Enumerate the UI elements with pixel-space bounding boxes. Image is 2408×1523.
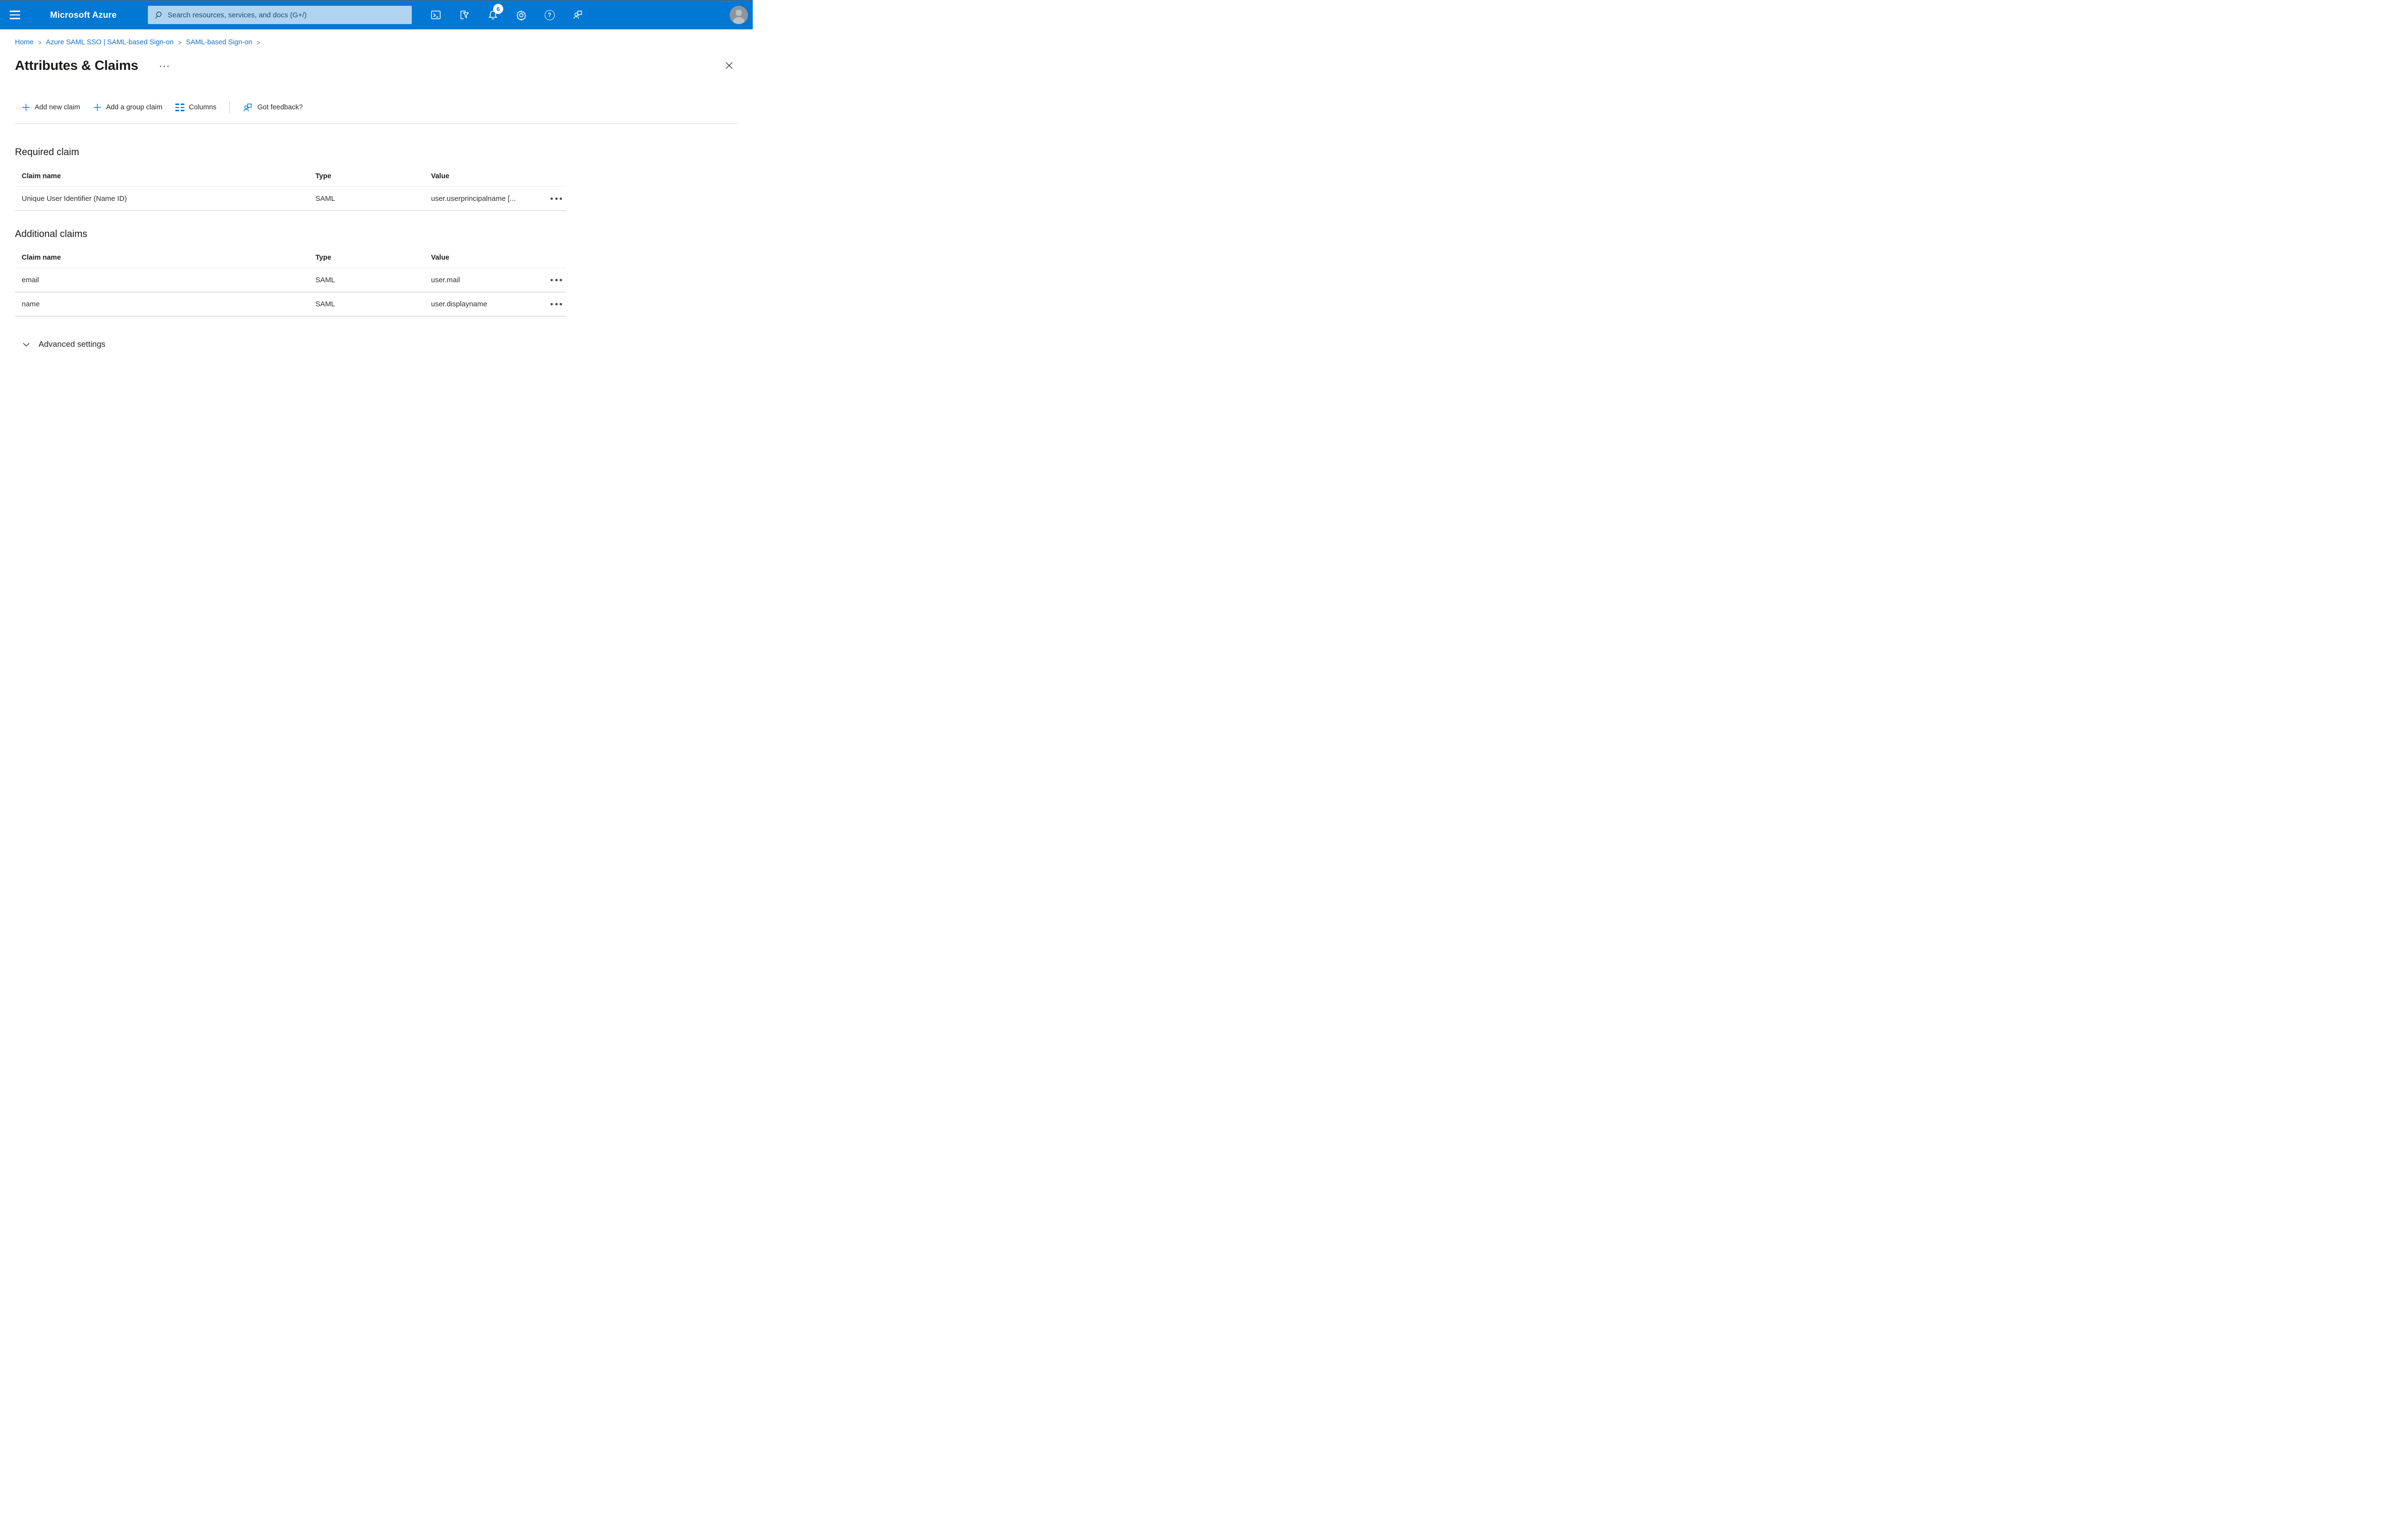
cloud-shell-button[interactable] — [425, 4, 446, 26]
table-row[interactable]: email SAML user.mail — [15, 268, 566, 292]
claim-name-cell: name — [22, 300, 40, 308]
table-header-row: Claim name Type Value — [15, 158, 566, 187]
claim-type-cell: SAML — [315, 195, 335, 203]
add-new-claim-button[interactable]: Add new claim — [22, 103, 80, 112]
got-feedback-label: Got feedback? — [257, 104, 303, 111]
claim-type-cell: SAML — [315, 300, 335, 308]
column-header-value: Value — [431, 254, 449, 262]
got-feedback-button[interactable]: Got feedback? — [243, 103, 303, 113]
ellipsis-icon — [550, 197, 553, 200]
command-bar: Add new claim Add a group claim Columns … — [22, 101, 753, 114]
table-row[interactable]: name SAML user.displayname — [15, 292, 566, 316]
close-button[interactable] — [723, 59, 735, 72]
ellipsis-icon — [550, 279, 553, 281]
feedback-icon — [573, 11, 582, 19]
feedback-button[interactable] — [567, 4, 589, 26]
add-group-claim-label: Add a group claim — [106, 104, 163, 111]
breadcrumb: Home > Azure SAML SSO | SAML-based Sign-… — [15, 38, 753, 47]
ellipsis-icon — [550, 303, 553, 305]
additional-claims-heading: Additional claims — [15, 229, 88, 239]
help-icon: ? — [544, 10, 555, 20]
cloud-shell-icon — [431, 11, 441, 19]
feedback-person-icon — [244, 103, 252, 111]
add-new-claim-label: Add new claim — [35, 104, 80, 111]
page-title: Attributes & Claims — [15, 58, 139, 73]
claim-value-cell: user.displayname — [431, 300, 487, 308]
advanced-settings-expander[interactable]: Advanced settings — [22, 338, 105, 351]
account-avatar[interactable] — [730, 6, 748, 24]
column-header-claim-name: Claim name — [22, 172, 61, 180]
columns-icon — [175, 104, 185, 111]
row-actions-button[interactable] — [550, 195, 566, 203]
gear-icon — [516, 10, 526, 21]
plus-icon — [93, 104, 101, 111]
help-button[interactable]: ? — [539, 4, 560, 26]
breadcrumb-app-signon[interactable]: Azure SAML SSO | SAML-based Sign-on — [46, 39, 173, 46]
directory-filter-icon — [460, 11, 470, 19]
global-search — [148, 6, 412, 24]
claim-name-cell: email — [22, 276, 39, 284]
hamburger-icon — [10, 11, 20, 12]
row-actions-button[interactable] — [550, 300, 566, 308]
breadcrumb-saml-signon[interactable]: SAML-based Sign-on — [186, 39, 252, 46]
brand-title[interactable]: Microsoft Azure — [50, 10, 117, 20]
search-input[interactable] — [167, 10, 407, 20]
azure-portal-window: Microsoft Azure Search resources, servic… — [0, 0, 753, 381]
breadcrumb-separator-icon: > — [178, 38, 182, 47]
table-header-row: Claim name Type Value — [15, 240, 566, 268]
add-group-claim-button[interactable]: Add a group claim — [93, 103, 162, 112]
column-header-type: Type — [315, 254, 331, 262]
avatar-person-icon — [730, 6, 748, 24]
toolbar-divider — [229, 102, 230, 113]
hamburger-menu-button[interactable] — [0, 0, 30, 29]
command-bar-divider — [15, 123, 738, 124]
settings-button[interactable] — [510, 4, 532, 26]
columns-button[interactable]: Columns — [175, 104, 216, 111]
required-claim-table: Claim name Type Value Unique User Identi… — [15, 158, 566, 211]
title-row: Attributes & Claims ... — [15, 56, 735, 75]
topbar: Microsoft Azure Search resources, servic… — [0, 0, 753, 29]
page-more-button[interactable]: ... — [157, 60, 172, 68]
breadcrumb-separator-icon: > — [38, 38, 42, 47]
columns-label: Columns — [189, 104, 217, 111]
directory-filter-button[interactable] — [454, 4, 475, 26]
claim-type-cell: SAML — [315, 276, 335, 284]
claim-name-cell: Unique User Identifier (Name ID) — [22, 195, 127, 203]
notification-badge: 6 — [493, 4, 503, 14]
claim-value-cell: user.userprincipalname [... — [431, 195, 516, 203]
row-actions-button[interactable] — [550, 276, 566, 284]
breadcrumb-separator-icon: > — [256, 38, 261, 47]
chevron-down-icon — [23, 342, 30, 346]
column-header-claim-name: Claim name — [22, 254, 61, 262]
close-icon — [725, 62, 733, 69]
required-claim-heading: Required claim — [15, 147, 79, 158]
notifications-button[interactable]: 6 — [482, 4, 503, 26]
breadcrumb-home[interactable]: Home — [15, 39, 34, 46]
column-header-type: Type — [315, 172, 331, 180]
topbar-icon-group: 6 ? — [425, 0, 589, 29]
additional-claims-table: Claim name Type Value email SAML user.ma… — [15, 240, 566, 316]
advanced-settings-label: Advanced settings — [39, 340, 105, 349]
claim-value-cell: user.mail — [431, 276, 460, 284]
table-row[interactable]: Unique User Identifier (Name ID) SAML us… — [15, 187, 566, 211]
search-icon — [155, 11, 162, 19]
column-header-value: Value — [431, 172, 449, 180]
plus-icon — [22, 104, 30, 111]
